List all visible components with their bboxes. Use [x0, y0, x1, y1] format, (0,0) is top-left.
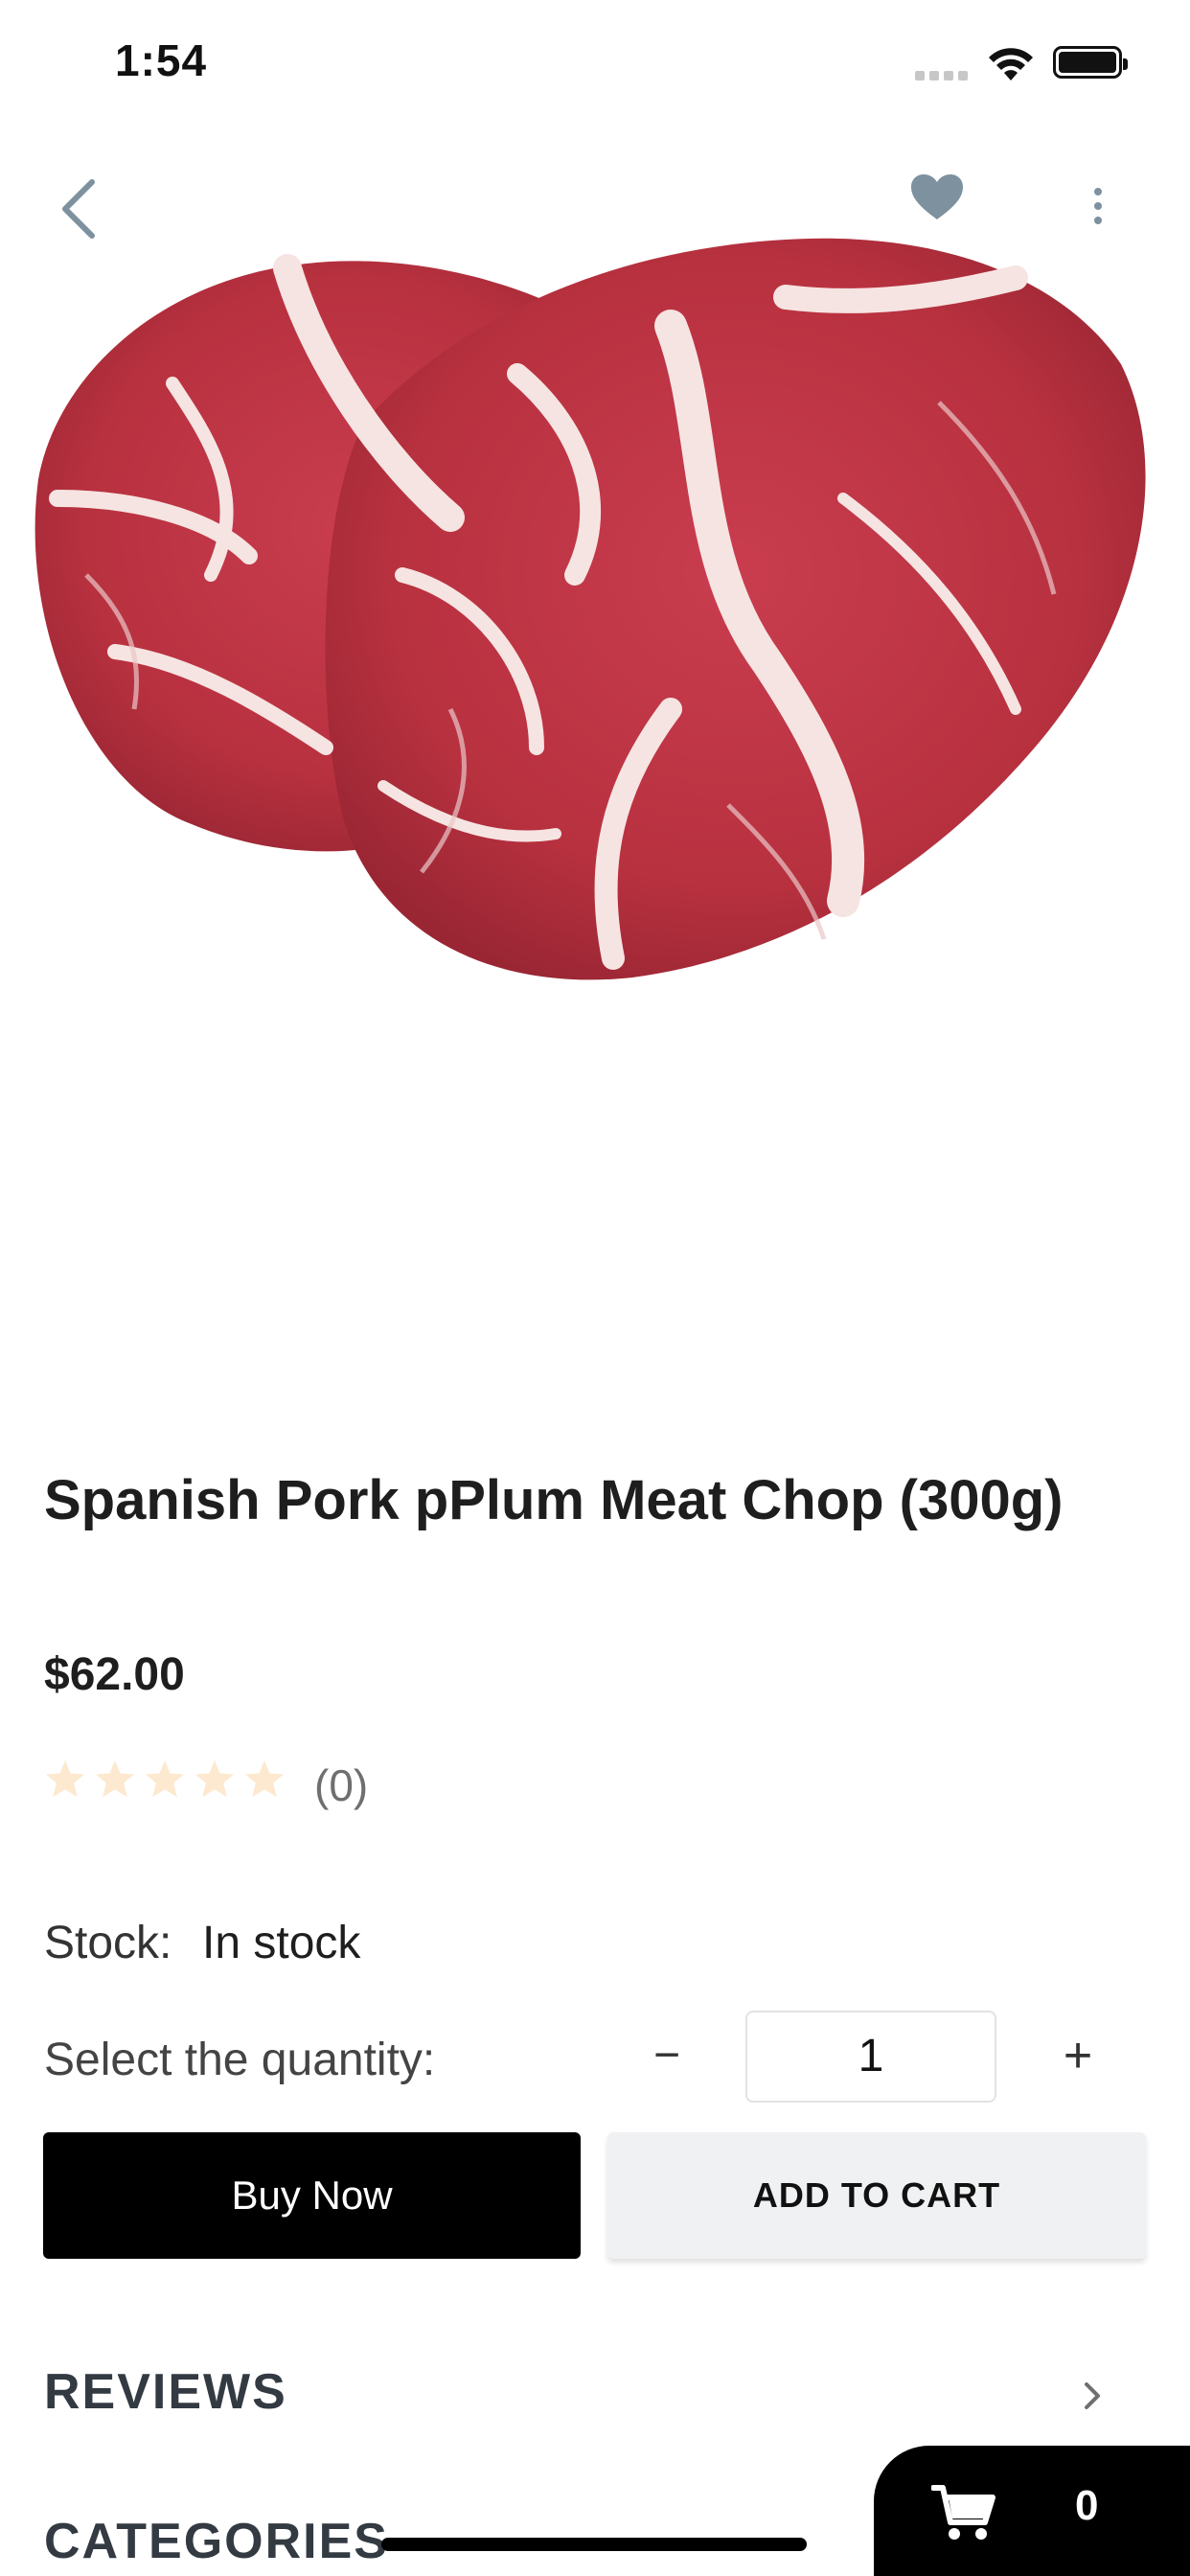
cart-icon: [931, 2485, 995, 2540]
stock-status: In stock: [202, 1918, 361, 1968]
home-indicator[interactable]: [381, 2538, 807, 2551]
product-image: [34, 238, 1146, 980]
reviews-section-link[interactable]: REVIEWS: [44, 2363, 287, 2421]
product-price: $62.00: [44, 1649, 185, 1700]
rating-count: (0): [314, 1760, 369, 1810]
battery-icon: [1053, 46, 1128, 79]
chevron-right-icon[interactable]: [1073, 2377, 1111, 2415]
stock-label: Stock:: [44, 1918, 172, 1968]
floating-cart-button[interactable]: 0: [874, 2446, 1190, 2576]
quantity-decrease-button[interactable]: −: [636, 2022, 698, 2089]
star-icon: [195, 1760, 235, 1798]
star-icon: [244, 1760, 285, 1798]
categories-section-link[interactable]: CATEGORIES: [44, 2513, 389, 2570]
star-icon: [95, 1760, 135, 1798]
cart-count-badge: 0: [1075, 2482, 1099, 2529]
wifi-icon: [989, 48, 1033, 80]
product-title: Spanish Pork pPlum Meat Chop (300g): [44, 1469, 1064, 1531]
quantity-input[interactable]: 1: [745, 2011, 996, 2103]
cellular-signal-icon: [915, 71, 969, 80]
status-time: 1:54: [115, 35, 208, 85]
star-icon: [45, 1760, 85, 1798]
add-to-cart-button[interactable]: ADD TO CART: [607, 2132, 1146, 2259]
star-icon: [145, 1760, 185, 1798]
rating-stars: [44, 1759, 286, 1799]
buy-now-button[interactable]: Buy Now: [43, 2132, 581, 2259]
quantity-increase-button[interactable]: +: [1047, 2022, 1109, 2089]
quantity-label: Select the quantity:: [44, 2035, 436, 2085]
